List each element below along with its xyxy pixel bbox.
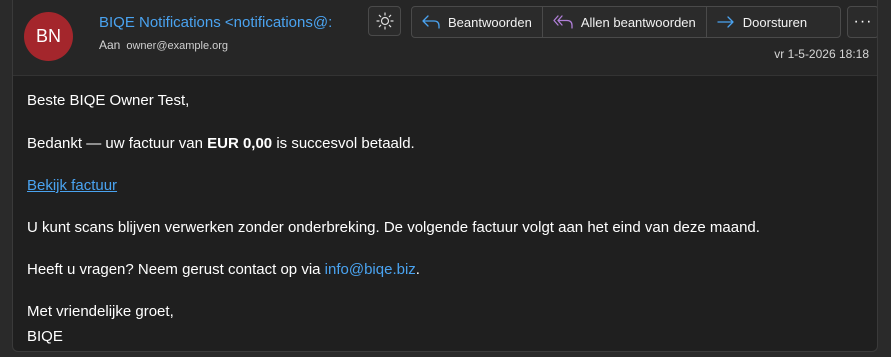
questions-text-prefix: Heeft u vragen? Neem gerust contact op v… <box>27 261 325 278</box>
forward-button[interactable]: Doorsturen <box>707 7 817 37</box>
greeting-text: Beste BIQE Owner Test, <box>27 92 190 109</box>
reply-all-label: Allen beantwoorden <box>580 14 696 30</box>
reply-label: Beantwoorden <box>448 14 532 30</box>
email-header: BN BIQE Notifications <notifications@: A… <box>13 0 877 76</box>
sun-icon <box>375 12 394 30</box>
view-invoice-link[interactable]: Bekijk factuur <box>27 177 117 194</box>
forward-label: Doorsturen <box>742 14 808 30</box>
forward-icon <box>717 15 735 29</box>
contact-email-link[interactable]: info@biqe.biz <box>325 261 416 278</box>
reply-all-icon <box>553 15 573 29</box>
theme-toggle-button[interactable] <box>368 6 401 36</box>
questions-paragraph: Heeft u vragen? Neem gerust contact op v… <box>27 261 420 278</box>
payment-amount: EUR 0,00 <box>207 135 273 152</box>
reply-button[interactable]: Beantwoorden <box>412 7 543 37</box>
recipient-line: Aan owner@example.org <box>99 38 228 52</box>
reply-icon <box>422 15 440 29</box>
more-actions-button[interactable]: ··· <box>847 6 877 38</box>
sent-date: vr 1-5-2026 18:18 <box>774 47 869 61</box>
payment-text-prefix: Bedankt — uw factuur van <box>27 135 208 152</box>
payment-text-suffix: is succesvol betaald. <box>272 135 415 152</box>
closing-text: Met vriendelijke groet, <box>27 303 174 320</box>
more-icon: ··· <box>853 13 873 30</box>
recipient-address[interactable]: owner@example.org <box>126 40 228 52</box>
reply-toolbar: Beantwoorden Allen beantwoorden Doorstur… <box>411 6 841 38</box>
email-reading-pane: BN BIQE Notifications <notifications@: A… <box>12 0 878 352</box>
sender-name[interactable]: BIQE Notifications <notifications@: <box>99 14 352 31</box>
avatar-initials: BN <box>35 26 61 46</box>
to-label: Aan <box>99 38 121 52</box>
signature-text: BIQE <box>27 328 63 345</box>
avatar[interactable]: BN <box>24 12 73 61</box>
questions-text-suffix: . <box>415 261 420 278</box>
reply-all-button[interactable]: Allen beantwoorden <box>543 7 707 37</box>
continue-text: U kunt scans blijven verwerken zonder on… <box>27 219 760 236</box>
payment-confirmation: Bedankt — uw factuur van EUR 0,00 is suc… <box>27 135 415 152</box>
